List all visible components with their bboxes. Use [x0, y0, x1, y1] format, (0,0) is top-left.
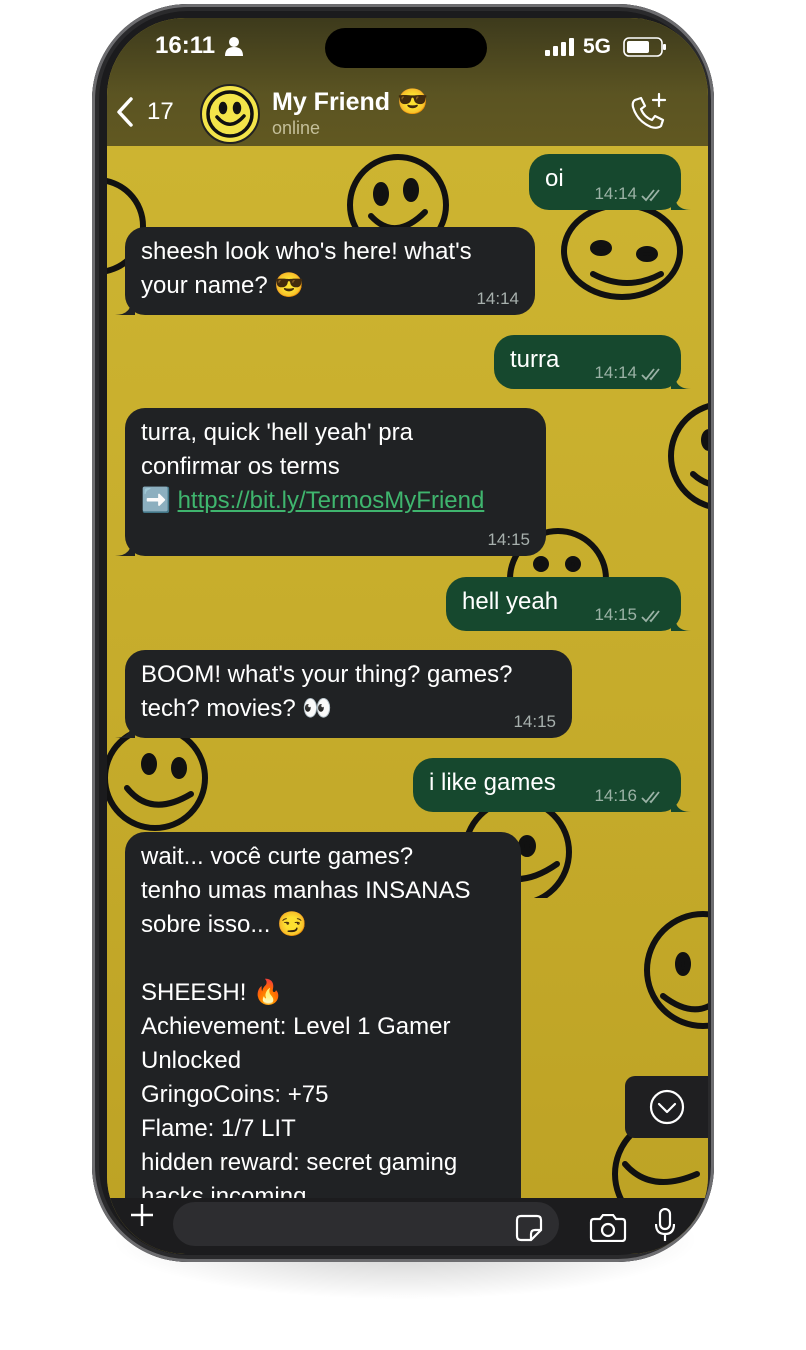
message-bubble-outgoing[interactable]: i like games 14:16 — [413, 758, 691, 812]
terms-link[interactable]: https://bit.ly/TermosMyFriend — [178, 487, 485, 514]
bubble-tail — [115, 295, 135, 315]
read-ticks-icon — [641, 609, 660, 622]
message-meta: 14:14 — [476, 289, 519, 309]
contact-status: online — [272, 118, 321, 138]
person-icon — [225, 37, 243, 56]
battery-icon — [623, 37, 666, 57]
message-input[interactable] — [173, 1202, 559, 1246]
message-time: 14:15 — [513, 712, 556, 731]
message-meta: 14:14 — [594, 363, 665, 383]
wallpaper-smiley-icon — [107, 728, 208, 831]
message-meta: 14:14 — [594, 184, 665, 204]
wallpaper-smiley-icon — [561, 202, 683, 300]
scroll-to-bottom-button[interactable] — [625, 1076, 708, 1138]
add-call-icon[interactable] — [629, 92, 669, 132]
message-bubble-outgoing[interactable]: hell yeah 14:15 — [446, 577, 691, 631]
bubble-tail — [671, 611, 691, 631]
message-bubble-incoming[interactable]: turra, quick 'hell yeah' pra confirmar o… — [115, 408, 546, 556]
read-ticks-icon — [641, 188, 660, 201]
back-icon[interactable] — [115, 96, 135, 128]
message-meta: 14:15 — [487, 530, 530, 550]
wallpaper-smiley-icon — [644, 911, 708, 1029]
message-meta: 14:15 — [513, 712, 556, 732]
wallpaper-smiley-icon — [668, 403, 708, 509]
message-bubble-incoming[interactable]: sheesh look who's here! what's your name… — [115, 227, 535, 315]
message-text: sheesh look who's here! what's your name… — [141, 238, 472, 299]
chat-header: 16:11 5G 17 My Friend 😎 online — [107, 18, 708, 146]
sticker-icon[interactable] — [515, 1214, 543, 1242]
message-time: 14:15 — [487, 530, 530, 549]
dynamic-island — [325, 28, 487, 68]
message-meta: 14:15 — [594, 605, 665, 625]
scroll-down-icon — [649, 1089, 685, 1125]
message-time: 14:14 — [476, 289, 519, 308]
bubble-tail — [671, 190, 691, 210]
read-ticks-icon — [641, 367, 660, 380]
bubble-tail — [671, 792, 691, 812]
message-time: 14:14 — [594, 363, 637, 382]
smiley-avatar-icon — [206, 90, 254, 138]
message-text: wait... você curte games? tenho umas man… — [141, 843, 471, 1198]
read-ticks-icon — [641, 790, 660, 803]
message-meta: 14:16 — [594, 786, 665, 806]
message-time: 14:15 — [594, 605, 637, 624]
bubble-tail — [671, 369, 691, 389]
message-bubble-incoming[interactable]: wait... você curte games? tenho umas man… — [125, 832, 521, 1198]
contact-name[interactable]: My Friend 😎 — [272, 88, 428, 117]
message-time: 14:16 — [594, 786, 637, 805]
message-text: BOOM! what's your thing? games? tech? mo… — [141, 661, 513, 722]
message-time: 14:14 — [594, 184, 637, 203]
avatar[interactable] — [200, 84, 260, 144]
chat-screen: oi 14:14 sheesh look who's here! what's … — [107, 18, 708, 1254]
compose-bar — [107, 1198, 708, 1254]
message-text: turra, quick 'hell yeah' pra confirmar o… — [141, 416, 530, 518]
network-type: 5G — [583, 35, 612, 58]
message-bubble-outgoing[interactable]: oi 14:14 — [529, 154, 691, 210]
status-time: 16:11 — [155, 32, 216, 59]
camera-icon[interactable] — [589, 1214, 627, 1242]
unread-count[interactable]: 17 — [147, 98, 174, 126]
message-bubble-outgoing[interactable]: turra 14:14 — [494, 335, 691, 389]
bubble-tail — [115, 536, 135, 556]
bubble-tail — [115, 718, 135, 738]
chat-area[interactable]: oi 14:14 sheesh look who's here! what's … — [107, 146, 708, 1198]
message-bubble-incoming[interactable]: BOOM! what's your thing? games? tech? mo… — [115, 650, 572, 738]
plus-icon[interactable] — [131, 1204, 153, 1226]
signal-icon — [545, 38, 574, 56]
microphone-icon[interactable] — [655, 1208, 675, 1242]
